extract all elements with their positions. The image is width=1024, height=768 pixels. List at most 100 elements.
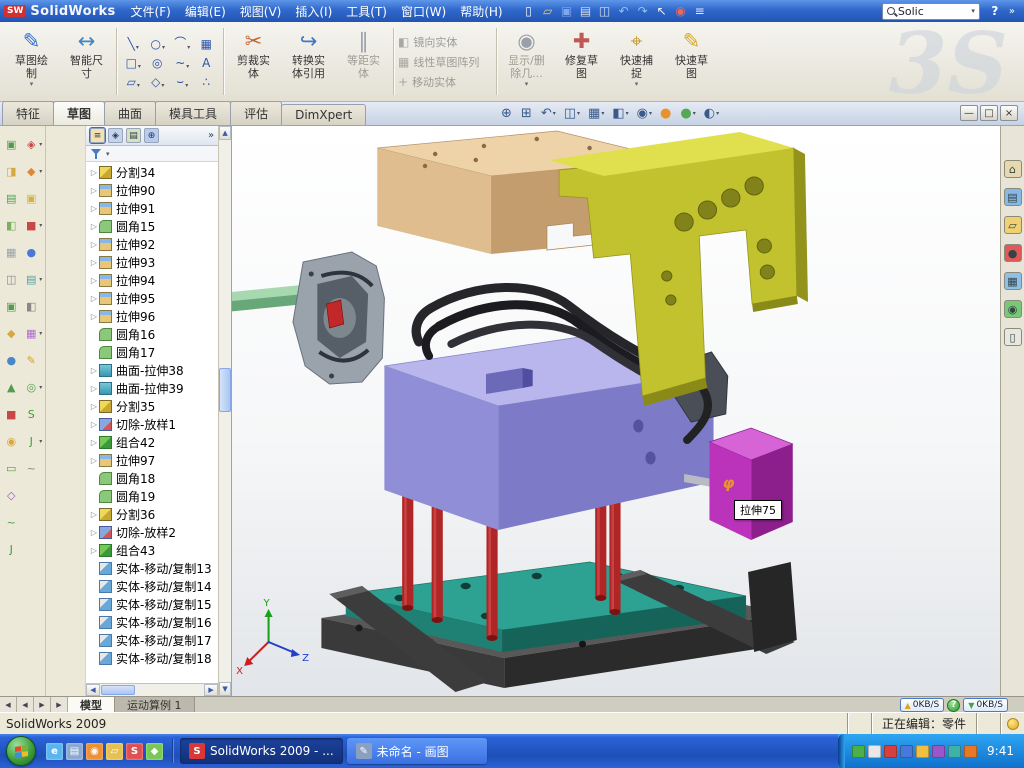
first-model-tab-button[interactable]: ◀ <box>0 697 17 712</box>
left-tool-icon-2[interactable]: ◨ <box>3 163 19 179</box>
left-tool-icon-16[interactable]: J <box>3 541 19 557</box>
tree-item[interactable]: ▷ 拉伸91 <box>86 199 218 217</box>
next-model-tab-button[interactable]: ▶ <box>34 697 51 712</box>
zoom-fit-icon[interactable]: ⊕ <box>498 105 516 122</box>
tree-item[interactable]: 圆角18 <box>86 469 218 487</box>
sketch-fillet-icon[interactable]: ⌣▾ <box>170 72 195 89</box>
tree-item[interactable]: ▷ 组合42 <box>86 433 218 451</box>
last-model-tab-button[interactable]: ▶ <box>51 697 68 712</box>
tray-icon-5[interactable] <box>916 745 929 758</box>
sketch-button[interactable]: ✎ 草图绘 制 ▾ <box>4 24 59 99</box>
edit-appearance-icon[interactable]: ● <box>657 105 675 122</box>
propertymanager-tab-icon[interactable]: ◈ <box>108 128 123 143</box>
expand-arrow-icon[interactable]: ▷ <box>89 456 99 465</box>
menu-item[interactable]: 编辑(E) <box>178 1 233 22</box>
left-tool2-icon-13[interactable]: ~ <box>23 460 39 476</box>
convert-entities-button[interactable]: ↪ 转换实 体引用 <box>281 24 336 99</box>
scroll-up-icon[interactable]: ▲ <box>219 126 231 140</box>
show-desktop-icon[interactable]: ▤ <box>66 743 83 760</box>
redo-icon[interactable]: ↷ <box>634 2 652 20</box>
custom-properties-icon[interactable]: ▯ <box>1004 328 1022 346</box>
offset-entities-button[interactable]: ∥ 等距实 体 <box>336 24 391 99</box>
expand-arrow-icon[interactable]: ▷ <box>89 222 99 231</box>
flyout-arrow-icon[interactable]: ▾ <box>39 276 44 283</box>
tree-item[interactable]: ▷ 切除-放样1 <box>86 415 218 433</box>
document-tab[interactable]: 运动算例 1 <box>115 697 195 712</box>
text-icon[interactable]: A <box>195 53 220 70</box>
zoom-area-icon[interactable]: ⊞ <box>518 105 536 122</box>
expand-arrow-icon[interactable]: ▷ <box>89 294 99 303</box>
flyout-arrow-icon[interactable]: ▾ <box>39 330 44 337</box>
tray-icon-8[interactable] <box>964 745 977 758</box>
search-input[interactable]: Solic <box>898 5 968 18</box>
filter-dropdown-icon[interactable]: ▾ <box>106 150 110 158</box>
tray-icon-3[interactable] <box>884 745 897 758</box>
left-tool2-icon-4[interactable]: ■ <box>23 217 39 233</box>
tree-item[interactable]: ▷ 拉伸95 <box>86 289 218 307</box>
tree-item[interactable]: 圆角19 <box>86 487 218 505</box>
left-tool2-icon-10[interactable]: ◎ <box>23 379 39 395</box>
taskbar-task-button[interactable]: ✎ 未命名 - 画图 <box>347 738 487 764</box>
expand-arrow-icon[interactable]: ▷ <box>89 240 99 249</box>
flyout-arrow-icon[interactable]: ▾ <box>39 168 44 175</box>
appearances-icon[interactable]: ◉ <box>1004 300 1022 318</box>
tree-item[interactable]: 实体-移动/复制13 <box>86 559 218 577</box>
command-tab[interactable]: 评估 <box>230 101 282 125</box>
expand-arrow-icon[interactable]: ▷ <box>89 204 99 213</box>
tree-horizontal-scrollbar[interactable]: ◀ ▶ <box>86 683 218 696</box>
viewport-canvas[interactable]: φ <box>232 126 1000 696</box>
rapid-sketch-button[interactable]: ✎ 快速草 图 <box>664 24 719 99</box>
help-button[interactable]: ? <box>986 4 1004 18</box>
tree-item[interactable]: ▷ 拉伸94 <box>86 271 218 289</box>
featuremanager-tab-icon[interactable]: ≡ <box>90 128 105 143</box>
line-icon[interactable]: ╲▾ <box>121 34 146 51</box>
tree-item[interactable]: ▷ 分割35 <box>86 397 218 415</box>
dimxpertmanager-tab-icon[interactable]: ⊕ <box>144 128 159 143</box>
left-tool-icon-4[interactable]: ◧ <box>3 217 19 233</box>
display-delete-relations-button[interactable]: ◉ 显示/删 除几... ▾ <box>499 24 554 99</box>
tree-item[interactable]: ▷ 曲面-拉伸38 <box>86 361 218 379</box>
left-tool2-icon-8[interactable]: ▦ <box>23 325 39 341</box>
tree-item[interactable]: ▷ 分割36 <box>86 505 218 523</box>
folder-icon[interactable]: ▱ <box>106 743 123 760</box>
tree-item[interactable]: ▷ 拉伸92 <box>86 235 218 253</box>
menu-item[interactable]: 插入(I) <box>288 1 339 22</box>
expand-arrow-icon[interactable]: ▷ <box>89 510 99 519</box>
menu-item[interactable]: 窗口(W) <box>394 1 453 22</box>
tree-item[interactable]: ▷ 曲面-拉伸39 <box>86 379 218 397</box>
menu-item[interactable]: 文件(F) <box>124 1 178 22</box>
expand-arrow-icon[interactable]: ▷ <box>89 312 99 321</box>
search-box[interactable]: Solic ▾ <box>882 3 980 20</box>
linear-sketch-pattern-button[interactable]: ▦ 线性草图阵列 <box>398 54 494 70</box>
perimeter-circle-icon[interactable]: ◎ <box>146 53 171 70</box>
monitor-help-icon[interactable]: ? <box>947 699 960 712</box>
tree-vertical-scrollbar[interactable]: ▲ ▼ <box>218 126 231 696</box>
mirror-entities-button[interactable]: ◧ 镜向实体 <box>398 34 494 50</box>
trim-entities-button[interactable]: ✂ 剪裁实 体 <box>226 24 281 99</box>
menu-item[interactable]: 工具(T) <box>339 1 394 22</box>
left-tool2-icon-1[interactable]: ◈ <box>23 136 39 152</box>
tree-item[interactable]: ▷ 拉伸96 <box>86 307 218 325</box>
section-view-icon[interactable]: ◫▾ <box>561 105 583 122</box>
left-tool-icon-13[interactable]: ▭ <box>3 460 19 476</box>
slide-block-part[interactable]: φ <box>709 428 792 540</box>
rectangle-icon[interactable]: □▾ <box>121 53 146 70</box>
undo-icon[interactable]: ↶ <box>615 2 633 20</box>
tree-item[interactable]: ▷ 拉伸90 <box>86 181 218 199</box>
left-tool2-icon-9[interactable]: ✎ <box>23 352 39 368</box>
command-tab[interactable]: 模具工具 <box>155 101 231 125</box>
expand-arrow-icon[interactable]: ▷ <box>89 366 99 375</box>
network-speed-monitor[interactable]: ▲0KB/S ? ▼0KB/S <box>900 697 1008 713</box>
left-tool2-icon-6[interactable]: ▤ <box>23 271 39 287</box>
left-tool-icon-3[interactable]: ▤ <box>3 190 19 206</box>
print-preview-icon[interactable]: ◫ <box>596 2 614 20</box>
tree-item[interactable]: 实体-移动/复制18 <box>86 649 218 667</box>
left-tool2-icon-5[interactable]: ● <box>23 244 39 260</box>
quick-tips-icon[interactable] <box>1007 718 1019 730</box>
tree-item[interactable]: ▷ 组合43 <box>86 541 218 559</box>
scrollbar-thumb[interactable] <box>219 368 231 412</box>
left-tool-icon-7[interactable]: ▣ <box>3 298 19 314</box>
search-dropdown-icon[interactable]: ▾ <box>971 7 975 15</box>
panel-overflow-button[interactable]: » <box>208 130 214 141</box>
minimize-button[interactable]: — <box>960 105 978 121</box>
